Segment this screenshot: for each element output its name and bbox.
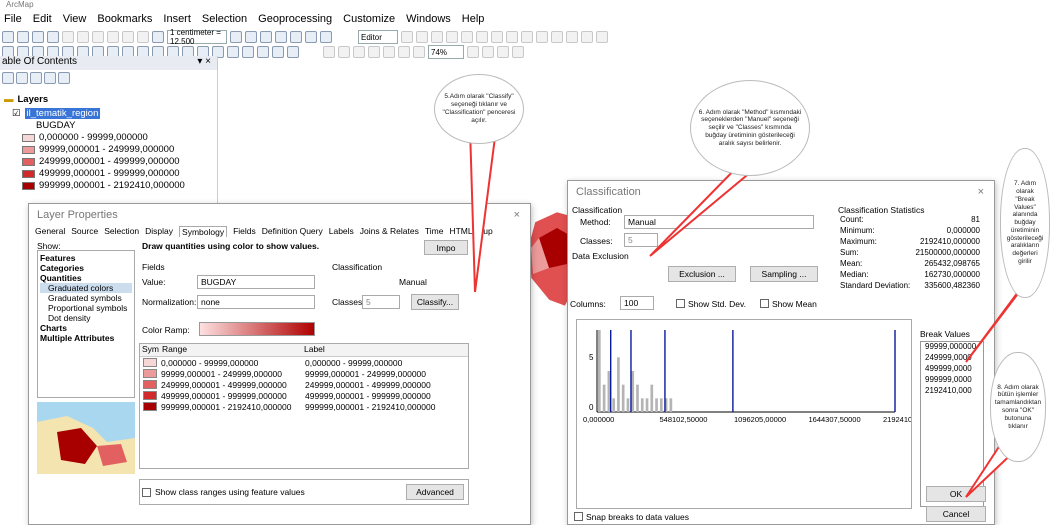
callout-step7: 7. Adım olarak "Break Values" alanında b… xyxy=(1000,148,1050,298)
callout-step8: 8. Adım olarak bütün işlemler tamamlandı… xyxy=(990,352,1046,462)
callout-step6: 6. Adım olarak "Method" kısmındaki seçen… xyxy=(690,80,810,176)
callout-arrows xyxy=(468,112,1037,498)
callout-step5: 5.Adım olarak "Classify" seçeneği tıklan… xyxy=(434,74,524,144)
